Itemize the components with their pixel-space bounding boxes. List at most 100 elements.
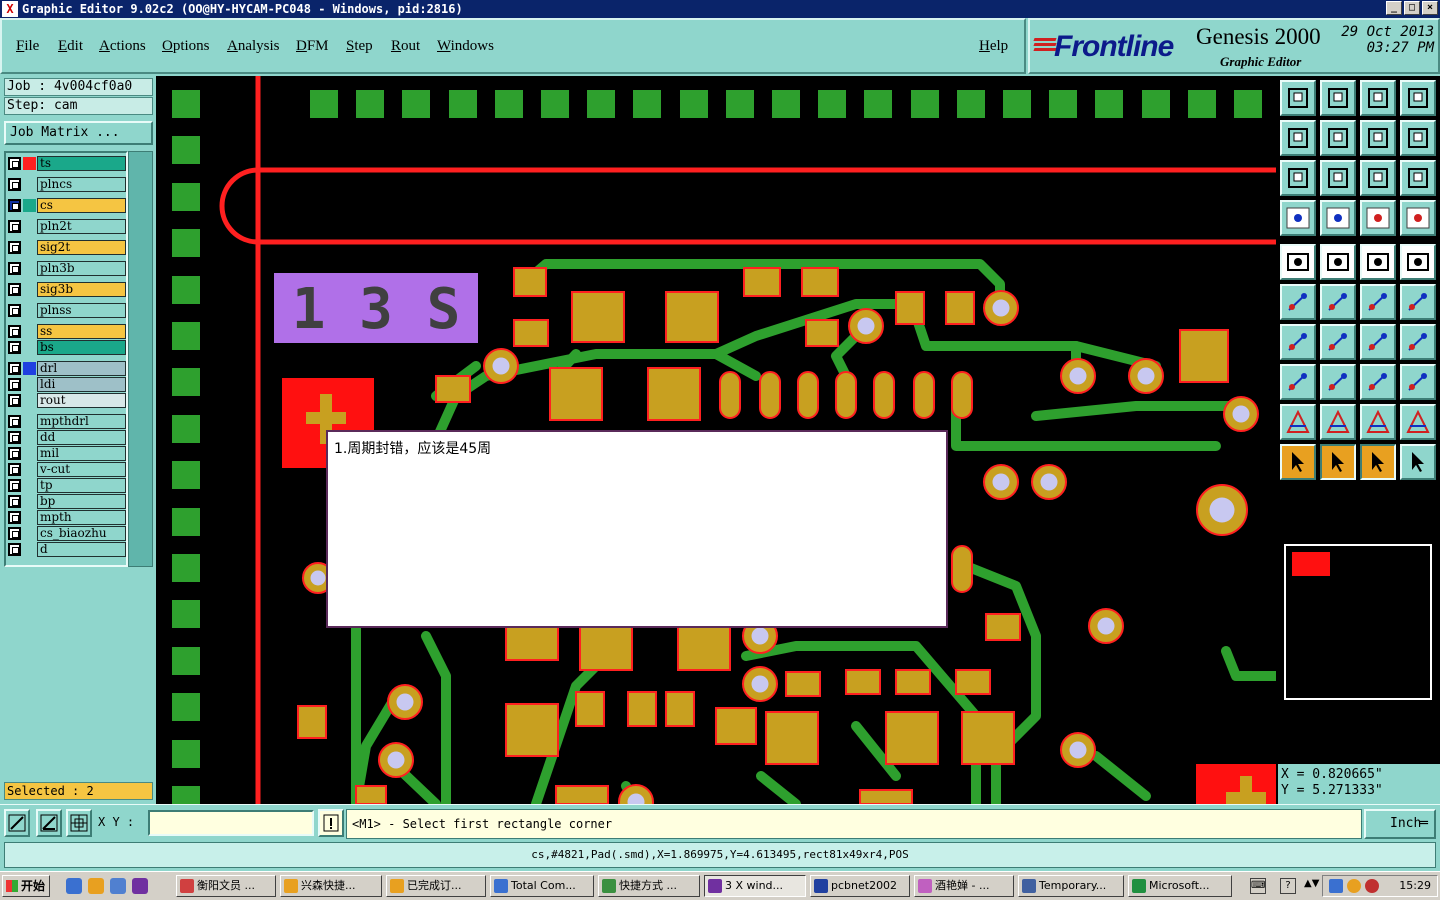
zoom-home-button[interactable] [1280,80,1316,116]
home-view-button[interactable] [1360,80,1396,116]
layer-checkbox[interactable] [8,220,21,233]
minimize-button[interactable]: _ [1386,1,1402,15]
bounds-tool-button[interactable] [1360,364,1396,400]
layer-row-cs[interactable]: cs [8,198,126,213]
taskbar-task[interactable]: Total Com... [490,875,594,897]
menu-step[interactable]: Step [346,38,373,55]
circle-pad-button[interactable] [1400,244,1436,280]
layer-name[interactable]: bp [37,494,126,509]
frame-view-button[interactable] [1400,80,1436,116]
pan-right-button[interactable] [1320,120,1356,156]
start-button[interactable]: 开始 [2,875,50,897]
fit-all-button[interactable] [1280,160,1316,196]
layer-name[interactable]: plncs [37,177,126,192]
tray-arrows-icon[interactable]: ▲▼ [1304,878,1319,894]
layer-checkbox[interactable] [8,495,21,508]
zoom-fit-button[interactable] [4,809,30,837]
units-button[interactable]: Inch ═ [1364,809,1436,839]
layer-checkbox[interactable] [8,447,21,460]
layer-checkbox[interactable] [8,479,21,492]
zoom-box-button[interactable] [1360,120,1396,156]
genesis-icon[interactable] [132,878,148,894]
layer-row-sig2t[interactable]: sig2t [8,240,126,255]
layer-checkbox[interactable] [8,431,21,444]
layer-checkbox[interactable] [8,511,21,524]
select-active-button[interactable] [1320,444,1356,480]
menu-actions[interactable]: Actions [99,38,146,55]
taskbar-task[interactable]: 衡阳文员 ... [176,875,276,897]
layer-name[interactable]: mil [37,446,126,461]
triangle-d-button[interactable] [1400,404,1436,440]
menu-analysis[interactable]: Analysis [227,38,280,55]
layer-row-ldi[interactable]: ldi [8,377,126,392]
layer-name[interactable]: cs [37,198,126,213]
grid-toggle-button[interactable] [1320,200,1356,236]
layer-row-mpthdrl[interactable]: mpthdrl [8,414,126,429]
layer-row-plnss[interactable]: plnss [8,303,126,318]
cut-tool-button[interactable] [1320,364,1356,400]
menu-dfm[interactable]: DFM [296,38,329,55]
triangle-c-button[interactable] [1360,404,1396,440]
layer-row-mpth[interactable]: mpth [8,510,126,525]
layer-checkbox[interactable] [8,241,21,254]
add-pad-button[interactable] [1280,244,1316,280]
layer-name[interactable]: ts [37,156,126,171]
layer-name[interactable]: sig2t [37,240,126,255]
layer-checkbox[interactable] [8,178,21,191]
layer-row-sig3b[interactable]: sig3b [8,282,126,297]
pan-left-button[interactable] [1280,120,1316,156]
route-tool-button[interactable] [1400,444,1436,480]
layer-row-cs_biaozhu[interactable]: cs_biaozhu [8,526,126,541]
pattern-tool-button[interactable] [1400,364,1436,400]
move-tool-button[interactable] [1400,284,1436,320]
note-popup[interactable]: 1.周期封错，应该是45周 [326,430,948,628]
menu-windows[interactable]: Windows [437,38,494,55]
scale-1-2-button[interactable] [1360,160,1396,196]
layer-row-pln2t[interactable]: pln2t [8,219,126,234]
layer-name[interactable]: v-cut [37,462,126,477]
layer-name[interactable]: ldi [37,377,126,392]
layer-checkbox[interactable] [8,394,21,407]
center-view-button[interactable] [1320,160,1356,196]
zoom-in-button[interactable] [1400,120,1436,156]
layer-row-d[interactable]: d [8,542,126,557]
select-arrow-button[interactable] [1280,444,1316,480]
layer-name[interactable]: mpthdrl [37,414,126,429]
layer-row-v-cut[interactable]: v-cut [8,462,126,477]
taskbar-task[interactable]: 快捷方式 ... [598,875,700,897]
layer-row-tp[interactable]: tp [8,478,126,493]
layer-name[interactable]: d [37,542,126,557]
layer-checkbox[interactable] [8,378,21,391]
snap-center-button[interactable] [1400,200,1436,236]
grid-button[interactable] [66,809,92,837]
quicklaunch-icon[interactable] [88,878,104,894]
layer-name[interactable]: ss [37,324,126,339]
menu-options[interactable]: Options [162,38,210,55]
layer-name[interactable]: dd [37,430,126,445]
overview-window[interactable] [1284,544,1432,700]
arc-tool-button[interactable] [1360,324,1396,360]
layer-name[interactable]: bs [37,340,126,355]
zoom-out-button[interactable] [1320,80,1356,116]
layer-row-pln3b[interactable]: pln3b [8,261,126,276]
measure-bar-button[interactable] [1360,244,1396,280]
help-query-button[interactable] [1400,160,1436,196]
close-button[interactable]: × [1422,1,1438,15]
angle-tool-button[interactable] [1280,324,1316,360]
layer-name[interactable]: mpth [37,510,126,525]
layer-name[interactable]: cs_biaozhu [37,526,126,541]
layer-row-bs[interactable]: bs [8,340,126,355]
menu-file[interactable]: File [16,38,39,55]
layer-row-plncs[interactable]: plncs [8,177,126,192]
layer-name[interactable]: pln2t [37,219,126,234]
connect-nodes-button[interactable] [1280,284,1316,320]
taskbar-task[interactable]: Temporary... [1018,875,1124,897]
delete-node-button[interactable] [1320,284,1356,320]
select-cursor-button[interactable] [1360,444,1396,480]
xy-input[interactable] [148,810,314,836]
point-tool-button[interactable] [1280,364,1316,400]
layer-row-rout[interactable]: rout [8,393,126,408]
layer-checkbox[interactable] [8,341,21,354]
taskbar-task[interactable]: 兴森快捷... [280,875,382,897]
layer-name[interactable]: drl [37,361,126,376]
